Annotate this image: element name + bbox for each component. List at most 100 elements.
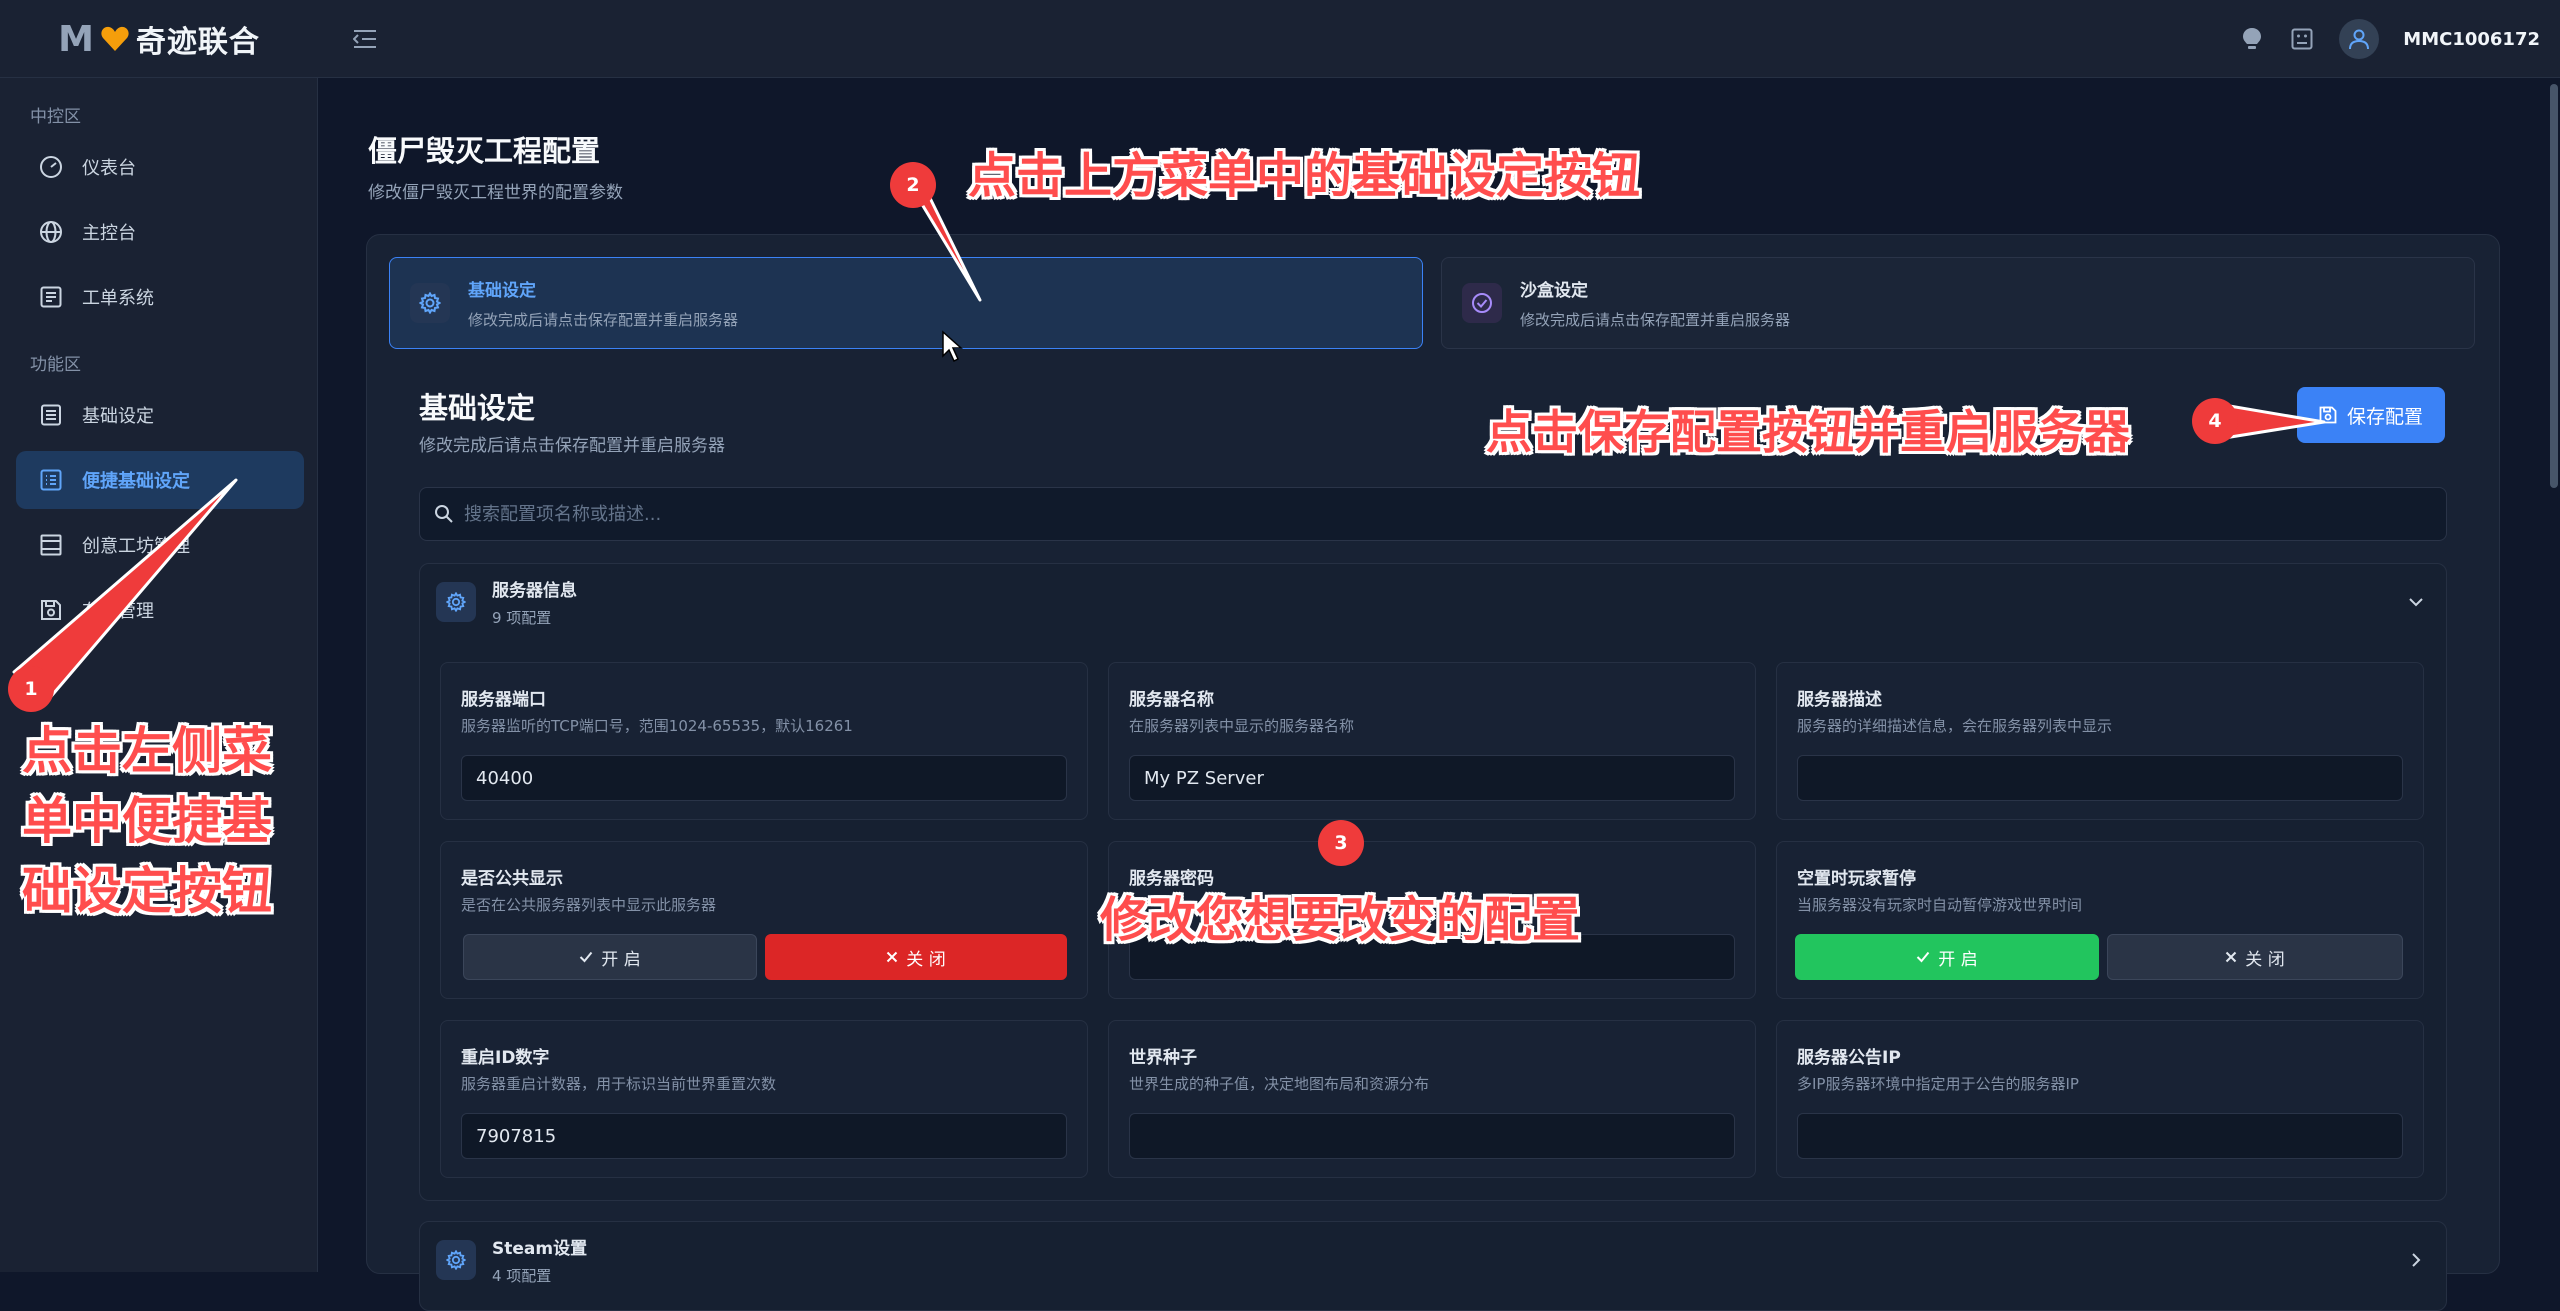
- config-item: 空置时玩家暂停 当服务器没有玩家时自动暂停游戏世界时间 开 启 关 闭: [1776, 841, 2424, 999]
- config-description: 当服务器没有玩家时自动暂停游戏世界时间: [1797, 896, 2083, 914]
- header-actions: MMC1006172: [2239, 0, 2540, 78]
- check-circle-icon: [1462, 283, 1502, 323]
- save-config-button[interactable]: 保存配置: [2297, 387, 2445, 443]
- group-title: Steam设置: [492, 1239, 588, 1259]
- config-description: 世界生成的种子值，决定地图布局和资源分布: [1129, 1075, 1430, 1093]
- close-icon: [2226, 951, 2237, 963]
- annotation-badge-2: 2: [890, 162, 936, 208]
- brand-logo[interactable]: M 奇迹联合: [0, 0, 318, 78]
- world-seed-input[interactable]: [1129, 1113, 1735, 1159]
- check-icon: [580, 951, 593, 963]
- annotation-line: 础设定按钮: [22, 862, 272, 920]
- settings-list-icon: [38, 402, 64, 428]
- pause-empty-off-button[interactable]: 关 闭: [2107, 934, 2403, 980]
- tab-title: 沙盒设定: [1520, 281, 1588, 301]
- annotation-note-2: 点击上方菜单中的基础设定按钮: [968, 148, 1641, 204]
- sidebar-item-label: 存档管理: [82, 601, 154, 622]
- config-name: 服务器端口: [461, 690, 546, 710]
- display-mode-icon[interactable]: [2289, 26, 2315, 52]
- user-avatar[interactable]: [2339, 19, 2380, 59]
- config-description: 服务器的详细描述信息，会在服务器列表中显示: [1797, 717, 2113, 735]
- sidebar-item-label: 仪表台: [82, 158, 136, 179]
- tab-description: 修改完成后请点击保存配置并重启服务器: [1520, 311, 1791, 329]
- server-description-input[interactable]: [1797, 755, 2403, 801]
- tab-description: 修改完成后请点击保存配置并重启服务器: [468, 311, 739, 329]
- pause-empty-on-button[interactable]: 开 启: [1795, 934, 2099, 980]
- config-name: 服务器名称: [1129, 690, 1214, 710]
- tab-basic-settings[interactable]: 基础设定 修改完成后请点击保存配置并重启服务器: [389, 257, 1423, 349]
- gear-icon: [436, 1240, 476, 1280]
- config-description: 在服务器列表中显示的服务器名称: [1129, 717, 1355, 735]
- sidebar-item-label: 基础设定: [82, 406, 154, 427]
- workshop-icon: [38, 532, 64, 558]
- config-item: 服务器描述 服务器的详细描述信息，会在服务器列表中显示: [1776, 662, 2424, 820]
- config-name: 重启ID数字: [461, 1048, 550, 1068]
- config-item: 服务器名称 在服务器列表中显示的服务器名称: [1108, 662, 1756, 820]
- username[interactable]: MMC1006172: [2403, 29, 2540, 50]
- config-item: 是否公共显示 是否在公共服务器列表中显示此服务器 开 启 关 闭: [440, 841, 1088, 999]
- annotation-line: 点击左侧菜: [22, 722, 272, 780]
- save-config-label: 保存配置: [2346, 406, 2423, 428]
- gear-icon: [410, 283, 450, 323]
- sidebar-item-workshop[interactable]: 创意工坊管理: [16, 516, 304, 574]
- group-header[interactable]: Steam设置 4 项配置: [420, 1222, 2446, 1298]
- close-icon: [887, 951, 898, 963]
- public-listing-on-button[interactable]: 开 启: [463, 934, 757, 980]
- sidebar-item-basic-settings[interactable]: 基础设定: [16, 386, 304, 444]
- sidebar-item-dashboard[interactable]: 仪表台: [16, 138, 304, 196]
- page-title: 僵尸毁灭工程配置: [368, 134, 601, 168]
- annotation-note-4: 点击保存配置按钮并重启服务器: [1486, 405, 2130, 459]
- config-name: 空置时玩家暂停: [1797, 869, 1916, 889]
- globe-icon: [38, 219, 64, 245]
- config-name: 服务器公告IP: [1797, 1048, 1901, 1068]
- public-ip-input[interactable]: [1797, 1113, 2403, 1159]
- sidebar-item-quick-basic-settings[interactable]: 便捷基础设定: [16, 451, 304, 509]
- search-icon: [435, 505, 453, 523]
- public-listing-off-button[interactable]: 关 闭: [765, 934, 1067, 980]
- annotation-note-3: 修改您想要改变的配置: [1100, 892, 1581, 948]
- lightbulb-icon[interactable]: [2239, 26, 2265, 52]
- heart-logo-icon: [101, 26, 129, 51]
- toggle-label: 关 闭: [906, 949, 946, 970]
- server-name-input[interactable]: [1129, 755, 1735, 801]
- sidebar-item-label: 主控台: [82, 223, 136, 244]
- sidebar-group-label: 中控区: [30, 107, 81, 127]
- gear-icon: [436, 582, 476, 622]
- reset-id-input[interactable]: [461, 1113, 1067, 1159]
- top-bar: M 奇迹联合 MMC1006172: [0, 0, 2560, 78]
- tab-title: 基础设定: [468, 281, 536, 301]
- chevron-down-icon[interactable]: [2404, 590, 2428, 614]
- sidebar-item-console[interactable]: 主控台: [16, 203, 304, 261]
- sidebar-item-saves[interactable]: 存档管理: [16, 581, 304, 639]
- server-port-input[interactable]: [461, 755, 1067, 801]
- config-name: 世界种子: [1129, 1048, 1197, 1068]
- sidebar-item-tickets[interactable]: 工单系统: [16, 268, 304, 326]
- group-count: 4 项配置: [492, 1267, 552, 1285]
- search-input[interactable]: [462, 502, 2362, 526]
- sidebar-item-label: 便捷基础设定: [82, 471, 190, 492]
- save-disk-icon: [38, 597, 64, 623]
- gauge-icon: [38, 154, 64, 180]
- logo-letter: M: [58, 18, 94, 60]
- toggle-label: 开 启: [601, 949, 641, 970]
- annotation-badge-4: 4: [2192, 398, 2238, 444]
- ticket-list-icon: [38, 284, 64, 310]
- menu-collapse-icon[interactable]: [350, 24, 380, 54]
- group-count: 9 项配置: [492, 609, 552, 627]
- config-item: 世界种子 世界生成的种子值，决定地图布局和资源分布: [1108, 1020, 1756, 1178]
- chevron-right-icon[interactable]: [2404, 1248, 2428, 1272]
- check-icon: [1917, 951, 1930, 963]
- sidebar-item-label: 创意工坊管理: [82, 536, 190, 557]
- config-description: 是否在公共服务器列表中显示此服务器: [461, 896, 717, 914]
- config-name: 是否公共显示: [461, 869, 563, 889]
- sidebar-group-label: 功能区: [30, 355, 81, 375]
- config-description: 服务器监听的TCP端口号，范围1024-65535，默认16261: [461, 717, 853, 735]
- tab-sandbox-settings[interactable]: 沙盒设定 修改完成后请点击保存配置并重启服务器: [1441, 257, 2475, 349]
- annotation-badge-1: 1: [8, 666, 54, 712]
- config-search[interactable]: [419, 487, 2447, 541]
- toggle-label: 关 闭: [2245, 949, 2285, 970]
- group-header[interactable]: 服务器信息 9 项配置: [420, 564, 2446, 640]
- page-subtitle: 修改僵尸毁灭工程世界的配置参数: [368, 183, 623, 203]
- config-item: 服务器端口 服务器监听的TCP端口号，范围1024-65535，默认16261: [440, 662, 1088, 820]
- save-icon: [2319, 406, 2337, 424]
